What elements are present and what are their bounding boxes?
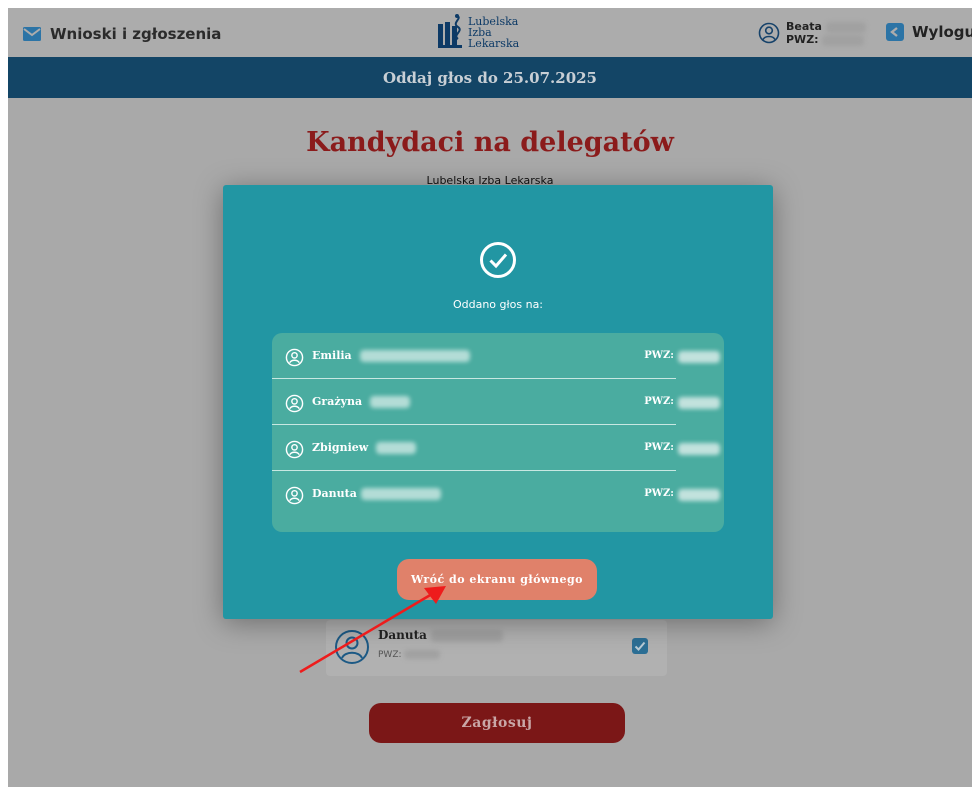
redacted-surname <box>360 488 441 500</box>
confirmation-message: Oddano głos na: <box>452 298 544 311</box>
mail-icon <box>23 27 41 41</box>
pwz-label: PWZ: <box>644 350 674 361</box>
header-bar: Wnioski i zgłoszenia Lubelska Izba Lekar… <box>8 8 972 57</box>
deadline-banner: Oddaj głos do 25.07.2025 <box>8 57 972 98</box>
candidate-pwz-label: PWZ: <box>378 650 402 660</box>
list-item: Zbigniew PWZ: <box>272 425 724 471</box>
pwz-label: PWZ: <box>644 396 674 407</box>
back-to-main-button[interactable]: Wróć do ekranu głównego <box>397 559 597 600</box>
vote-button[interactable]: Zagłosuj <box>369 703 625 743</box>
user-icon <box>285 486 304 505</box>
redacted-pwz <box>678 397 720 409</box>
nav-link-requests[interactable]: Wnioski i zgłoszenia <box>22 22 221 46</box>
candidate-name: Zbigniew <box>312 441 369 454</box>
logo-text: Lubelska Izba Lekarska <box>468 14 520 50</box>
redacted-pwz <box>404 650 441 659</box>
nav-link-label: Wnioski i zgłoszenia <box>50 25 222 43</box>
redacted-pwz <box>678 489 720 501</box>
user-icon <box>285 440 304 459</box>
redacted-surname <box>825 21 866 33</box>
redacted-pwz <box>678 351 720 363</box>
user-icon <box>758 22 780 44</box>
candidate-name: Emilia <box>312 349 352 362</box>
logout-button[interactable]: Wyloguj <box>886 23 972 41</box>
page-overlay: Wnioski i zgłoszenia Lubelska Izba Lekar… <box>8 8 972 787</box>
logo-mark-icon <box>438 14 462 48</box>
user-pwz-label: PWZ: <box>786 33 819 46</box>
user-icon <box>285 394 304 413</box>
voted-candidates-list: Emilia PWZ: Grażyna PWZ: Zbigniew PWZ: D… <box>272 333 724 532</box>
logo: Lubelska Izba Lekarska <box>435 12 519 52</box>
avatar-icon <box>335 630 369 664</box>
confirmation-modal: Oddano głos na: Emilia PWZ: Grażyna PWZ:… <box>223 185 773 619</box>
user-info: Beata PWZ: <box>758 20 866 46</box>
candidate-name: Danuta <box>378 628 427 642</box>
list-item: Danuta PWZ: <box>272 471 724 517</box>
redacted-surname <box>431 629 504 642</box>
logout-icon <box>886 23 904 41</box>
redacted-surname <box>359 350 470 362</box>
redacted-pwz <box>822 34 865 46</box>
logout-label: Wyloguj <box>912 23 972 41</box>
candidate-card[interactable]: Danuta PWZ: <box>326 620 667 676</box>
list-item: Grażyna PWZ: <box>272 379 724 425</box>
checkbox-checked-icon[interactable] <box>632 638 648 654</box>
candidate-name: Danuta <box>312 487 357 500</box>
pwz-label: PWZ: <box>644 442 674 453</box>
pwz-label: PWZ: <box>644 488 674 499</box>
page-title: Kandydaci na delegatów <box>306 127 674 158</box>
user-icon <box>285 348 304 367</box>
redacted-surname <box>376 442 417 454</box>
list-item: Emilia PWZ: <box>272 333 724 379</box>
candidate-name: Grażyna <box>312 395 363 408</box>
user-name: Beata <box>786 20 822 33</box>
check-circle-icon <box>480 242 516 278</box>
redacted-pwz <box>678 443 720 455</box>
redacted-surname <box>370 396 411 408</box>
